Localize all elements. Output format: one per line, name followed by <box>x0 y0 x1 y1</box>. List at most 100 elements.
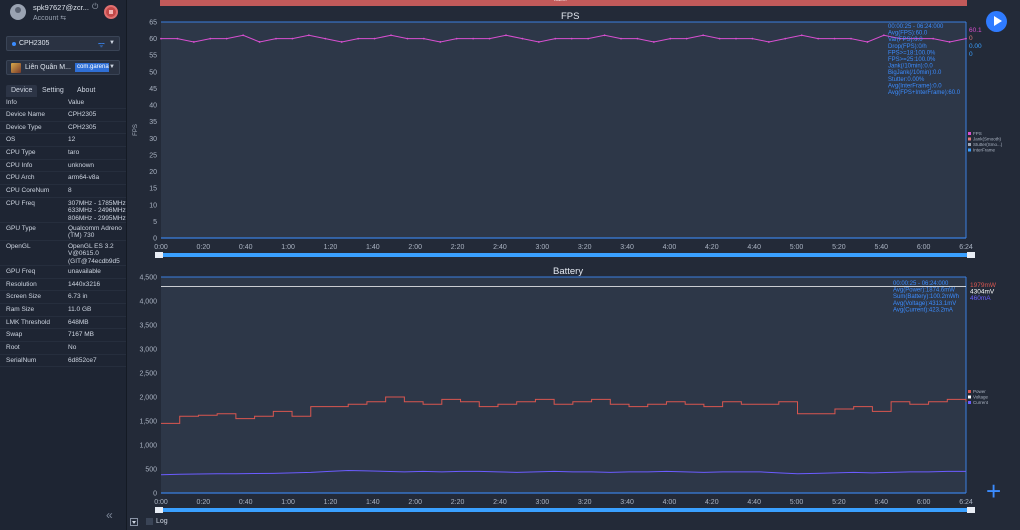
fps-point <box>160 37 162 40</box>
add-marker-button[interactable]: + <box>986 478 1001 504</box>
x-tick-label: 3:40 <box>620 244 634 251</box>
fps-point <box>587 37 590 40</box>
app-select[interactable]: Liên Quân M... com.garena... ▼ <box>6 60 120 75</box>
table-row: GPU Freq unavailable <box>0 266 126 279</box>
log-checkbox[interactable] <box>146 518 153 525</box>
x-tick-label: 3:00 <box>536 244 550 251</box>
fps-point <box>669 37 672 40</box>
table-cell-value: 1440x3216 <box>68 280 101 288</box>
fps-point <box>702 34 705 37</box>
current-value: 0.00 <box>969 43 982 50</box>
series-line-fps <box>161 34 967 43</box>
fps-point <box>258 41 261 43</box>
x-tick-label: 5:20 <box>832 244 846 251</box>
fps-point <box>422 37 425 40</box>
fps-point <box>915 37 918 40</box>
app-window: spk97627@zcr... ⏻ Account ⇆ CPH2305 ᯤ ▼ … <box>0 0 1020 530</box>
record-button[interactable] <box>104 5 118 19</box>
table-cell-key: CPU Type <box>6 149 36 157</box>
charts-canvas: 0 5 10 15 20 25 30 35 40 45 50 55 60 65 0:00 0:20 0:40 1:… <box>133 20 1003 513</box>
table-row: Ram Size 11.0 GB <box>0 304 126 317</box>
y-tick-label: 50 <box>149 69 157 76</box>
y-tick-label: 5 <box>153 219 157 226</box>
table-cell-value: 11.0 GB <box>68 306 92 314</box>
tab-about[interactable]: About <box>72 85 100 97</box>
account-switch-icon[interactable]: ⇆ <box>60 15 66 22</box>
y-tick-label: 55 <box>149 53 157 60</box>
legend-item: Jank(Smooth) <box>973 137 1002 142</box>
device-select-value: CPH2305 <box>19 40 50 47</box>
chevron-down-icon: ▼ <box>109 64 115 70</box>
y-tick-label: 40 <box>149 103 157 110</box>
legend-item: Current <box>973 400 989 405</box>
stats-line: FPS>=25:100.0% <box>888 57 936 63</box>
table-row: CPU Info unknown <box>0 160 126 173</box>
wifi-icon: ᯤ <box>97 40 105 49</box>
fps-point <box>882 34 885 37</box>
account-row[interactable]: spk97627@zcr... ⏻ Account ⇆ <box>8 2 126 26</box>
x-tick-label: 5:20 <box>832 499 846 506</box>
scrollbar-end-handle <box>967 252 975 258</box>
table-cell-key: GPU Freq <box>6 267 36 275</box>
device-status-icon <box>12 42 16 46</box>
account-email: spk97627@zcr... <box>33 3 89 12</box>
y-tick-label: 2,000 <box>139 395 157 402</box>
power-icon[interactable]: ⏻ <box>92 2 98 12</box>
time-range-scrollbar <box>157 253 974 257</box>
fps-point <box>866 41 869 43</box>
y-tick-label: 1,500 <box>139 419 157 426</box>
table-row: CPU Arch arm64-v8a <box>0 172 126 186</box>
expand-log-icon[interactable] <box>130 518 138 526</box>
fps-point <box>652 41 655 43</box>
fps-point <box>718 37 721 40</box>
table-cell-value: 12 <box>68 136 76 144</box>
fps-point <box>291 37 294 40</box>
x-tick-label: 4:20 <box>705 499 719 506</box>
x-tick-label: 6:24 <box>959 244 973 251</box>
x-tick-label: 3:40 <box>620 499 634 506</box>
stats-line: BigJank(/10min):0.0 <box>888 70 942 76</box>
current-value: 1979mW <box>970 282 997 289</box>
sidebar-tabs: Device Setting About <box>6 85 121 97</box>
table-cell-key: CPU Info <box>6 161 33 169</box>
y-tick-label: 25 <box>149 152 157 159</box>
table-cell-key: GPU Type <box>6 225 36 232</box>
table-cell-value: CPH2305 <box>68 123 97 131</box>
x-tick-label: 6:00 <box>917 499 931 506</box>
app-icon <box>11 63 21 73</box>
table-cell-value: arm64-v8a <box>68 174 100 182</box>
stats-line: Drop(FPS):0/h <box>888 44 927 50</box>
fps-point <box>570 37 573 40</box>
stats-line: 00:00:25 - 06:24:000 <box>888 24 944 30</box>
y-tick-label: 2,500 <box>139 371 157 378</box>
legend-item: FPS <box>973 131 982 136</box>
x-tick-label: 1:20 <box>324 244 338 251</box>
x-tick-label: 2:20 <box>451 244 465 251</box>
top-banner: label <box>160 0 967 6</box>
x-tick-label: 0:20 <box>197 244 211 251</box>
fps-point <box>225 37 228 40</box>
tab-setting[interactable]: Setting <box>37 85 69 97</box>
y-tick-label: 3,500 <box>139 323 157 330</box>
collapse-sidebar-icon[interactable]: « <box>106 508 113 522</box>
user-icon[interactable] <box>10 4 26 20</box>
y-tick-label: 1,000 <box>139 443 157 450</box>
table-cell-key: LMK Threshold <box>6 318 50 326</box>
table-cell-key: OpenGL <box>6 242 31 250</box>
fps-point <box>537 41 540 43</box>
y-tick-label: 3,000 <box>139 347 157 354</box>
device-select[interactable]: CPH2305 ᯤ ▼ <box>6 36 120 51</box>
fps-point <box>932 37 935 40</box>
y-axis-label: FPS <box>133 124 139 136</box>
account-label: Account ⇆ <box>33 14 66 22</box>
column-header-info: Info <box>6 99 17 106</box>
table-cell-key: OS <box>6 136 16 144</box>
stats-line: Var(FPS):0.0 <box>888 37 923 43</box>
y-tick-label: 500 <box>145 467 157 474</box>
tab-device[interactable]: Device <box>6 85 38 97</box>
table-cell-value: taro <box>68 149 80 157</box>
current-value: 60.1 <box>969 27 982 34</box>
play-button[interactable] <box>986 11 1007 32</box>
table-cell-value: 6d852ce7 <box>68 356 97 364</box>
table-row: LMK Threshold 648MB <box>0 317 126 330</box>
